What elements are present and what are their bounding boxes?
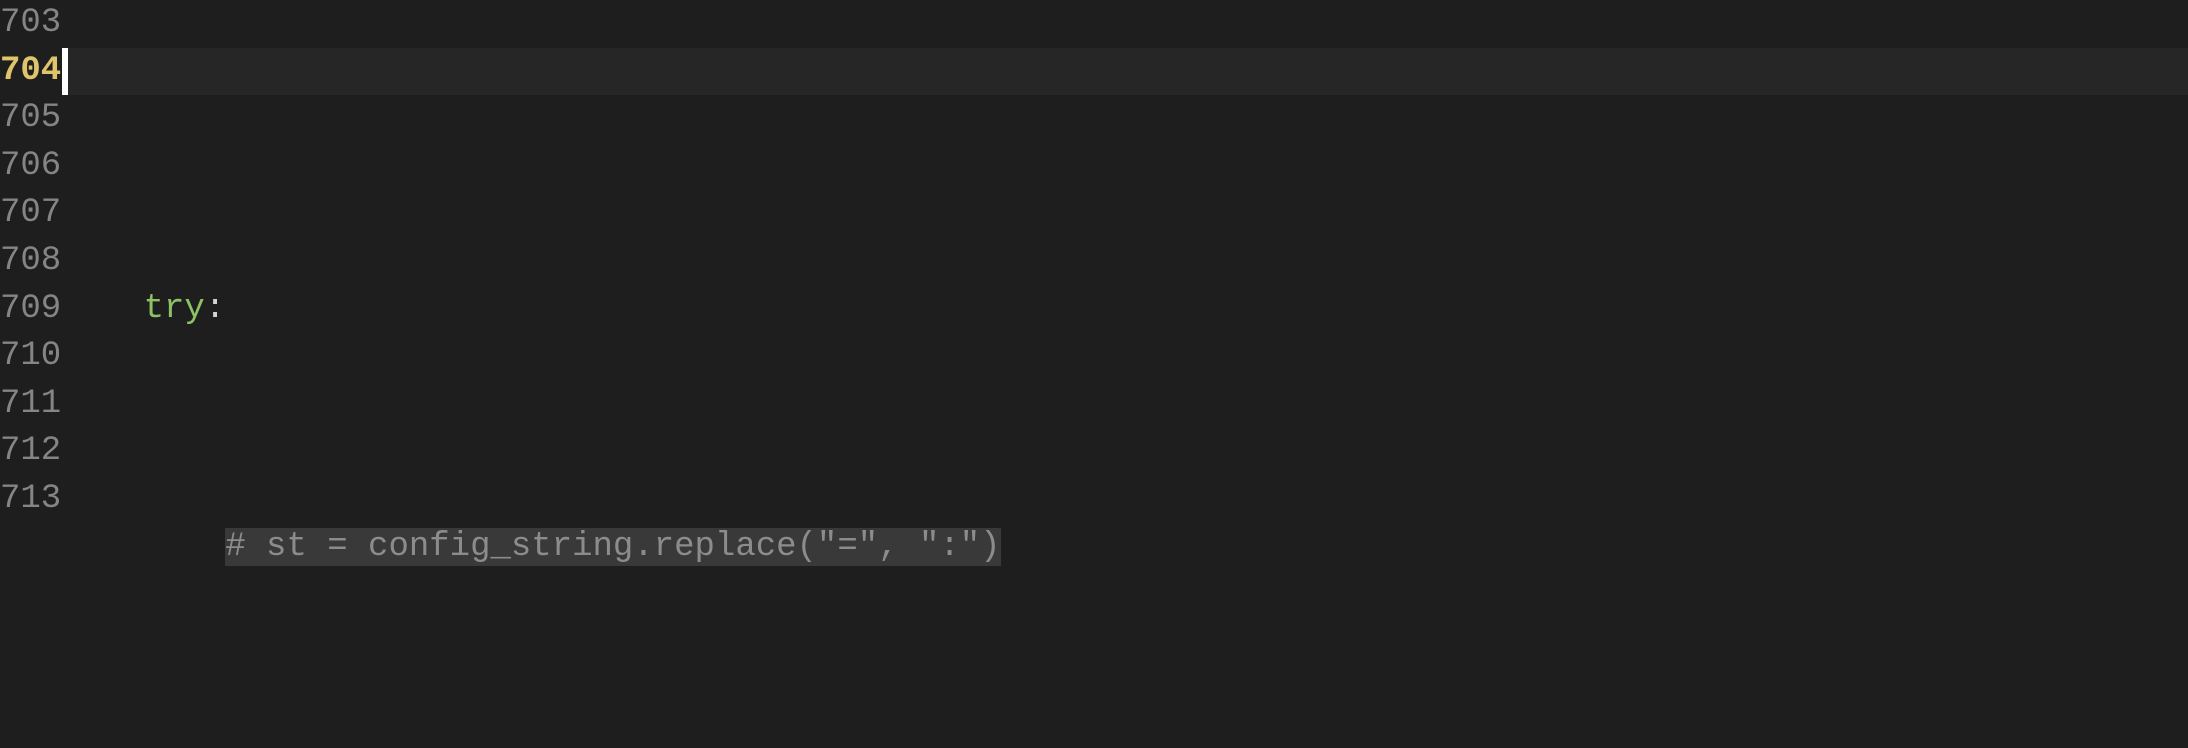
code-line-current[interactable]: # st = config_string.replace("=", ":") bbox=[62, 524, 2188, 572]
code-editor[interactable]: 703 704 705 706 707 708 709 710 711 712 … bbox=[0, 0, 2188, 748]
line-number: 709 bbox=[0, 286, 44, 334]
line-number: 705 bbox=[0, 95, 44, 143]
colon: : bbox=[205, 290, 225, 328]
indent bbox=[62, 524, 225, 572]
keyword-try: try bbox=[144, 290, 205, 328]
code-line[interactable]: try: bbox=[62, 286, 2188, 334]
line-number: 710 bbox=[0, 333, 44, 381]
line-number: 708 bbox=[0, 238, 44, 286]
current-line-highlight bbox=[62, 48, 2188, 96]
indent bbox=[62, 286, 144, 334]
line-number: 707 bbox=[0, 190, 44, 238]
line-number-active: 704 bbox=[0, 48, 44, 96]
comment-selected: # st = config_string.replace("=", ":") bbox=[225, 528, 1000, 566]
cursor bbox=[62, 48, 68, 96]
line-number: 706 bbox=[0, 143, 44, 191]
line-number-gutter: 703 704 705 706 707 708 709 710 711 712 … bbox=[0, 0, 62, 748]
code-area[interactable]: try: # st = config_string.replace("=", "… bbox=[62, 0, 2188, 748]
line-number: 711 bbox=[0, 381, 44, 429]
line-number: 713 bbox=[0, 476, 44, 524]
line-number: 703 bbox=[0, 0, 44, 48]
line-number: 712 bbox=[0, 428, 44, 476]
